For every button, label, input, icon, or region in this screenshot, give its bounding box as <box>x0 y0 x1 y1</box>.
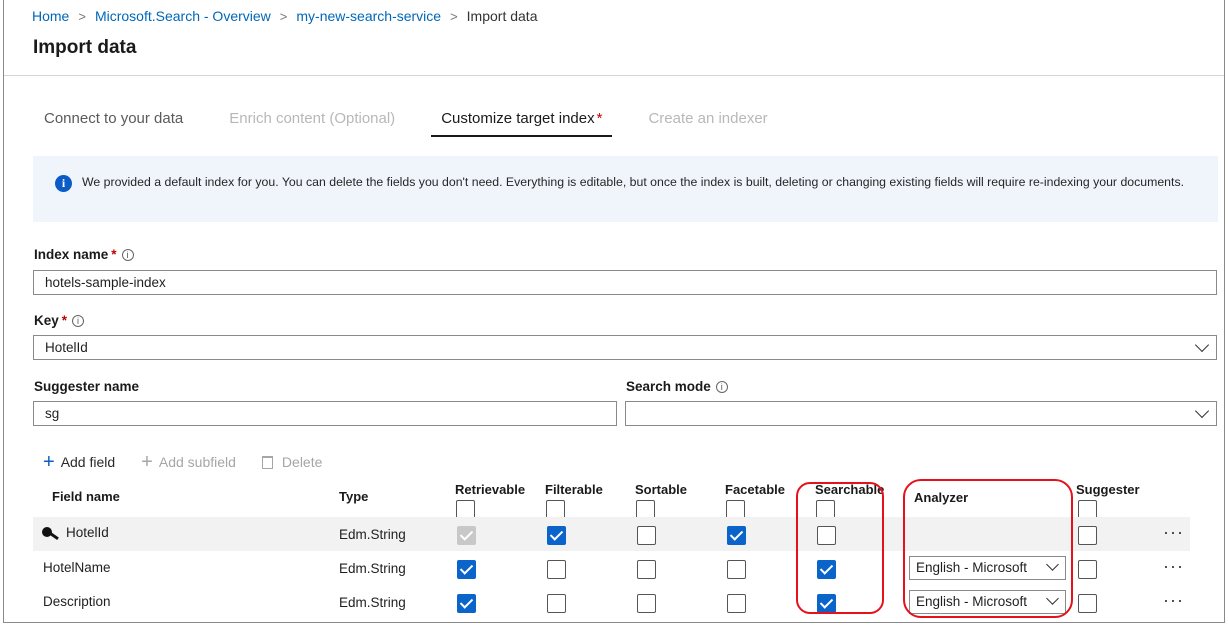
type-cell: Edm.String <box>339 561 406 576</box>
filterable-checkbox[interactable] <box>547 594 566 613</box>
retrievable-checkbox <box>457 526 476 545</box>
chevron-down-icon <box>1194 337 1210 353</box>
key-label: Key * i <box>34 313 85 328</box>
facetable-checkbox[interactable] <box>727 594 746 613</box>
search-mode-select[interactable] <box>625 401 1217 426</box>
delete-button: Delete <box>261 454 322 470</box>
col-filterable: Filterable <box>545 482 603 497</box>
page-title: Import data <box>33 37 137 58</box>
more-icon[interactable]: ··· <box>1163 523 1184 541</box>
sortable-checkbox[interactable] <box>637 526 656 545</box>
tab-enrich-content: Enrich content (Optional) <box>229 110 396 127</box>
breadcrumb-current: Import data <box>466 8 538 24</box>
hint-icon[interactable]: i <box>72 314 85 327</box>
facetable-checkbox[interactable] <box>727 526 746 545</box>
sortable-checkbox[interactable] <box>637 594 656 613</box>
hint-icon[interactable]: i <box>121 248 134 261</box>
breadcrumb-search-overview[interactable]: Microsoft.Search - Overview <box>95 8 271 24</box>
wizard-tabs: Connect to your data Enrich content (Opt… <box>34 108 804 137</box>
key-select[interactable]: HotelId <box>33 335 1217 360</box>
plus-icon: + <box>43 451 55 473</box>
tab-connect-data[interactable]: Connect to your data <box>34 108 193 137</box>
suggester-checkbox[interactable] <box>1078 594 1097 613</box>
more-icon[interactable]: ··· <box>1163 591 1184 609</box>
add-field-button[interactable]: + Add field <box>43 452 115 472</box>
search-mode-label: Search mode i <box>626 379 728 394</box>
plus-icon: + <box>141 451 153 473</box>
retrievable-checkbox[interactable] <box>457 560 476 579</box>
chevron-right-icon: > <box>450 8 458 24</box>
divider <box>4 75 1224 76</box>
col-retrievable: Retrievable <box>455 482 526 497</box>
hint-icon[interactable]: i <box>715 380 728 393</box>
breadcrumb-search-service[interactable]: my-new-search-service <box>296 8 441 24</box>
breadcrumb-home[interactable]: Home <box>32 8 69 24</box>
key-icon <box>42 526 60 541</box>
add-subfield-button: + Add subfield <box>141 451 236 473</box>
breadcrumb: Home > Microsoft.Search - Overview > my-… <box>32 8 538 24</box>
col-suggester: Suggester <box>1076 482 1140 497</box>
suggester-checkbox[interactable] <box>1078 560 1097 579</box>
retrievable-checkbox[interactable] <box>457 594 476 613</box>
fields-toolbar: + Add field + Add subfield Delete <box>43 452 348 472</box>
searchable-annotation <box>796 482 884 614</box>
suggester-name-input[interactable] <box>33 401 617 426</box>
info-banner-text: We provided a default index for you. You… <box>82 175 1185 189</box>
info-banner: i We provided a default index for you. Y… <box>33 156 1218 222</box>
info-icon: i <box>55 175 72 192</box>
more-icon[interactable]: ··· <box>1163 557 1184 575</box>
filterable-checkbox[interactable] <box>547 560 566 579</box>
col-facetable: Facetable <box>725 482 785 497</box>
tab-customize-index[interactable]: Customize target index * <box>431 108 613 137</box>
field-name-cell: Description <box>43 594 111 609</box>
suggester-name-label: Suggester name <box>34 379 140 394</box>
tab-create-indexer: Create an indexer <box>648 110 768 127</box>
chevron-right-icon: > <box>279 8 288 24</box>
sortable-checkbox[interactable] <box>637 560 656 579</box>
facetable-checkbox[interactable] <box>727 560 746 579</box>
index-name-input[interactable] <box>33 270 1217 295</box>
col-type: Type <box>339 489 369 504</box>
filterable-checkbox[interactable] <box>547 526 566 545</box>
chevron-down-icon <box>1194 403 1210 419</box>
col-field-name: Field name <box>52 489 120 504</box>
chevron-right-icon: > <box>78 8 86 24</box>
analyzer-annotation <box>903 479 1073 618</box>
field-name-cell: HotelId <box>42 525 109 541</box>
trash-icon <box>261 455 273 469</box>
type-cell: Edm.String <box>339 527 406 542</box>
index-name-label: Index name * i <box>34 247 134 262</box>
field-name-cell: HotelName <box>43 560 111 575</box>
suggester-checkbox[interactable] <box>1078 526 1097 545</box>
type-cell: Edm.String <box>339 595 406 610</box>
col-sortable: Sortable <box>635 482 688 497</box>
